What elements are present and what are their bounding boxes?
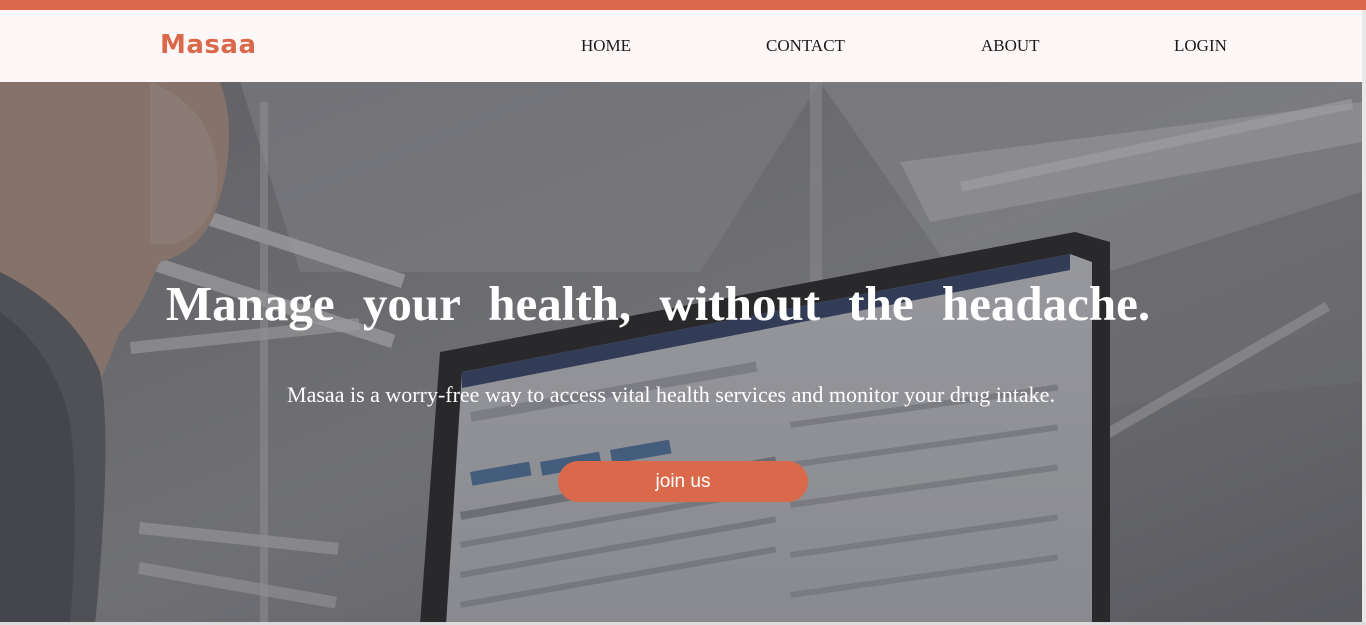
page-scrollbar[interactable]	[1362, 10, 1366, 625]
navbar: Masaa HOME CONTACT ABOUT LOGIN	[0, 10, 1362, 82]
join-us-button[interactable]: join us	[558, 461, 808, 502]
hero-subtitle: Masaa is a worry-free way to access vita…	[287, 382, 1055, 407]
nav-contact-link[interactable]: CONTACT	[766, 36, 845, 56]
nav-home-link[interactable]: HOME	[581, 36, 631, 56]
brand-logo[interactable]: Masaa	[160, 30, 256, 60]
nav-about-link[interactable]: ABOUT	[981, 36, 1040, 56]
hero-dark-overlay	[0, 82, 1362, 625]
nav-login-link[interactable]: LOGIN	[1174, 36, 1227, 56]
hero-title: Manage your health, without the headache…	[165, 276, 1151, 331]
top-accent-strip	[0, 0, 1366, 10]
hero-section: Manage your health, without the headache…	[0, 82, 1362, 625]
page: Masaa HOME CONTACT ABOUT LOGIN Manage yo…	[0, 0, 1366, 625]
